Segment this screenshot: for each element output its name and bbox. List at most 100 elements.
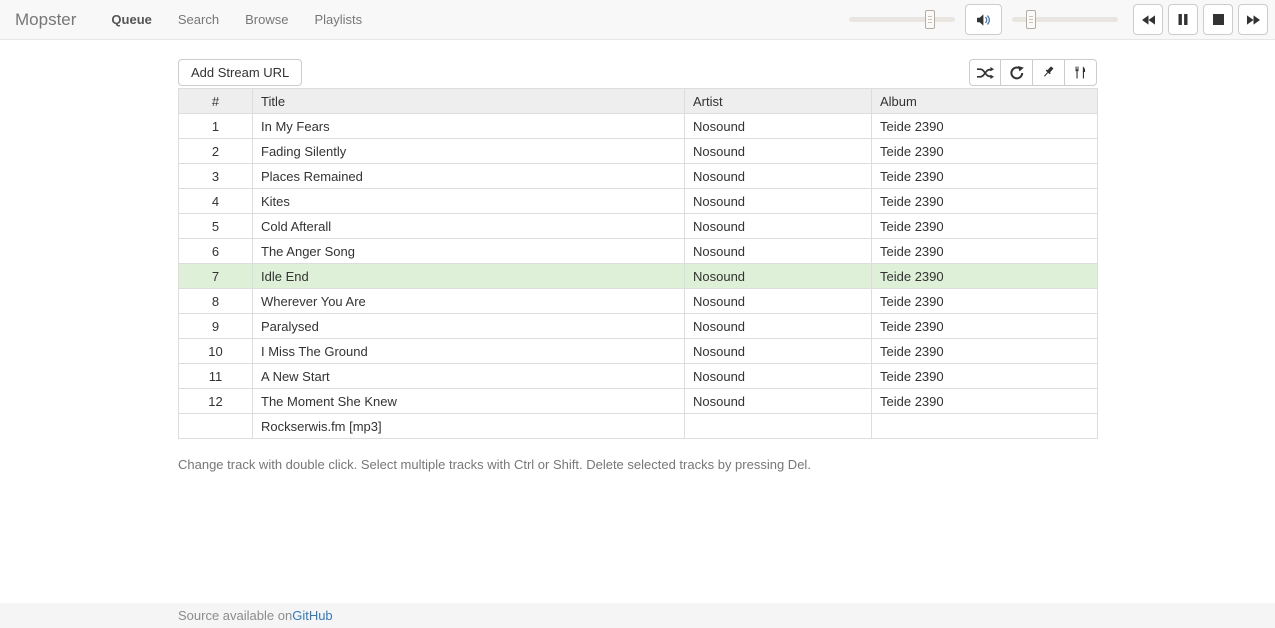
cell-artist: Nosound [685, 289, 872, 314]
cell-num [179, 414, 253, 439]
nav-item-search[interactable]: Search [165, 12, 232, 27]
table-row[interactable]: 5Cold AfterallNosoundTeide 2390 [179, 214, 1098, 239]
table-row[interactable]: 4KitesNosoundTeide 2390 [179, 189, 1098, 214]
cell-title: Cold Afterall [253, 214, 685, 239]
navbar-nav: QueueSearchBrowsePlaylists [98, 12, 375, 27]
cell-artist: Nosound [685, 314, 872, 339]
cell-album: Teide 2390 [872, 389, 1098, 414]
table-row[interactable]: Rockserwis.fm [mp3] [179, 414, 1098, 439]
cell-album: Teide 2390 [872, 214, 1098, 239]
next-button[interactable] [1238, 4, 1268, 35]
playback-controls [1133, 4, 1268, 35]
cell-artist: Nosound [685, 264, 872, 289]
repeat-button[interactable] [1001, 59, 1033, 86]
cell-artist [685, 414, 872, 439]
shuffle-button[interactable] [969, 59, 1001, 86]
cell-artist: Nosound [685, 239, 872, 264]
cell-album: Teide 2390 [872, 164, 1098, 189]
repeat-icon [1010, 66, 1024, 80]
table-row[interactable]: 11A New StartNosoundTeide 2390 [179, 364, 1098, 389]
add-stream-url-button[interactable]: Add Stream URL [178, 59, 302, 86]
table-row[interactable]: 7Idle EndNosoundTeide 2390 [179, 264, 1098, 289]
cell-album: Teide 2390 [872, 139, 1098, 164]
previous-icon [1142, 15, 1155, 25]
github-link[interactable]: GitHub [292, 608, 332, 623]
cell-album: Teide 2390 [872, 314, 1098, 339]
column-header-album: Album [872, 89, 1098, 114]
cell-num: 1 [179, 114, 253, 139]
stop-icon [1213, 14, 1224, 25]
cell-album: Teide 2390 [872, 189, 1098, 214]
table-row[interactable]: 1In My FearsNosoundTeide 2390 [179, 114, 1098, 139]
seek-slider-track[interactable] [849, 17, 955, 22]
cell-num: 8 [179, 289, 253, 314]
cell-album: Teide 2390 [872, 264, 1098, 289]
cell-num: 11 [179, 364, 253, 389]
table-row[interactable]: 6The Anger SongNosoundTeide 2390 [179, 239, 1098, 264]
cell-artist: Nosound [685, 214, 872, 239]
shuffle-icon [977, 67, 994, 79]
cell-num: 2 [179, 139, 253, 164]
footer: Source available on GitHub [0, 603, 1275, 628]
brand[interactable]: Mopster [15, 10, 76, 30]
volume-up-icon [977, 14, 991, 26]
cell-title: The Moment She Knew [253, 389, 685, 414]
cell-artist: Nosound [685, 164, 872, 189]
volume-slider[interactable] [1012, 10, 1118, 29]
single-button[interactable] [1033, 59, 1065, 86]
cell-title: I Miss The Ground [253, 339, 685, 364]
table-row[interactable]: 8Wherever You AreNosoundTeide 2390 [179, 289, 1098, 314]
cell-artist: Nosound [685, 139, 872, 164]
table-row[interactable]: 12The Moment She KnewNosoundTeide 2390 [179, 389, 1098, 414]
table-row[interactable]: 10I Miss The GroundNosoundTeide 2390 [179, 339, 1098, 364]
cell-title: Wherever You Are [253, 289, 685, 314]
playback-mode-group [969, 59, 1097, 86]
navbar-controls [839, 4, 1268, 35]
nav-item-browse[interactable]: Browse [232, 12, 301, 27]
column-header-num: # [179, 89, 253, 114]
previous-button[interactable] [1133, 4, 1163, 35]
cell-title: Places Remained [253, 164, 685, 189]
mute-button[interactable] [965, 4, 1002, 35]
column-header-title: Title [253, 89, 685, 114]
nav-item-playlists[interactable]: Playlists [301, 12, 375, 27]
cell-title: In My Fears [253, 114, 685, 139]
pause-icon [1178, 14, 1188, 25]
volume-slider-handle[interactable] [1026, 10, 1036, 29]
nav-item-queue[interactable]: Queue [98, 12, 164, 27]
cell-num: 12 [179, 389, 253, 414]
pause-button[interactable] [1168, 4, 1198, 35]
cell-title: Kites [253, 189, 685, 214]
cell-album: Teide 2390 [872, 364, 1098, 389]
queue-tbody: 1In My FearsNosoundTeide 23902Fading Sil… [179, 114, 1098, 439]
main-content: Add Stream URL [178, 59, 1097, 603]
cell-artist: Nosound [685, 189, 872, 214]
table-row[interactable]: 9ParalysedNosoundTeide 2390 [179, 314, 1098, 339]
seek-slider-handle[interactable] [925, 10, 935, 29]
stop-button[interactable] [1203, 4, 1233, 35]
cell-title: Idle End [253, 264, 685, 289]
cell-album: Teide 2390 [872, 114, 1098, 139]
table-row[interactable]: 2Fading SilentlyNosoundTeide 2390 [179, 139, 1098, 164]
cell-album [872, 414, 1098, 439]
seek-slider[interactable] [849, 10, 955, 29]
cell-num: 7 [179, 264, 253, 289]
cell-artist: Nosound [685, 364, 872, 389]
navbar: Mopster QueueSearchBrowsePlaylists [0, 0, 1275, 40]
column-header-artist: Artist [685, 89, 872, 114]
help-text: Change track with double click. Select m… [178, 457, 1097, 472]
cell-album: Teide 2390 [872, 339, 1098, 364]
cell-title: A New Start [253, 364, 685, 389]
cell-num: 9 [179, 314, 253, 339]
cell-artist: Nosound [685, 339, 872, 364]
next-icon [1247, 15, 1260, 25]
table-row[interactable]: 3Places RemainedNosoundTeide 2390 [179, 164, 1098, 189]
table-header-row: #TitleArtistAlbum [179, 89, 1098, 114]
cell-num: 5 [179, 214, 253, 239]
consume-button[interactable] [1065, 59, 1097, 86]
cell-title: Paralysed [253, 314, 685, 339]
pin-icon [1042, 66, 1055, 79]
cell-num: 3 [179, 164, 253, 189]
footer-text: Source available on [178, 608, 292, 623]
cell-title: Rockserwis.fm [mp3] [253, 414, 685, 439]
